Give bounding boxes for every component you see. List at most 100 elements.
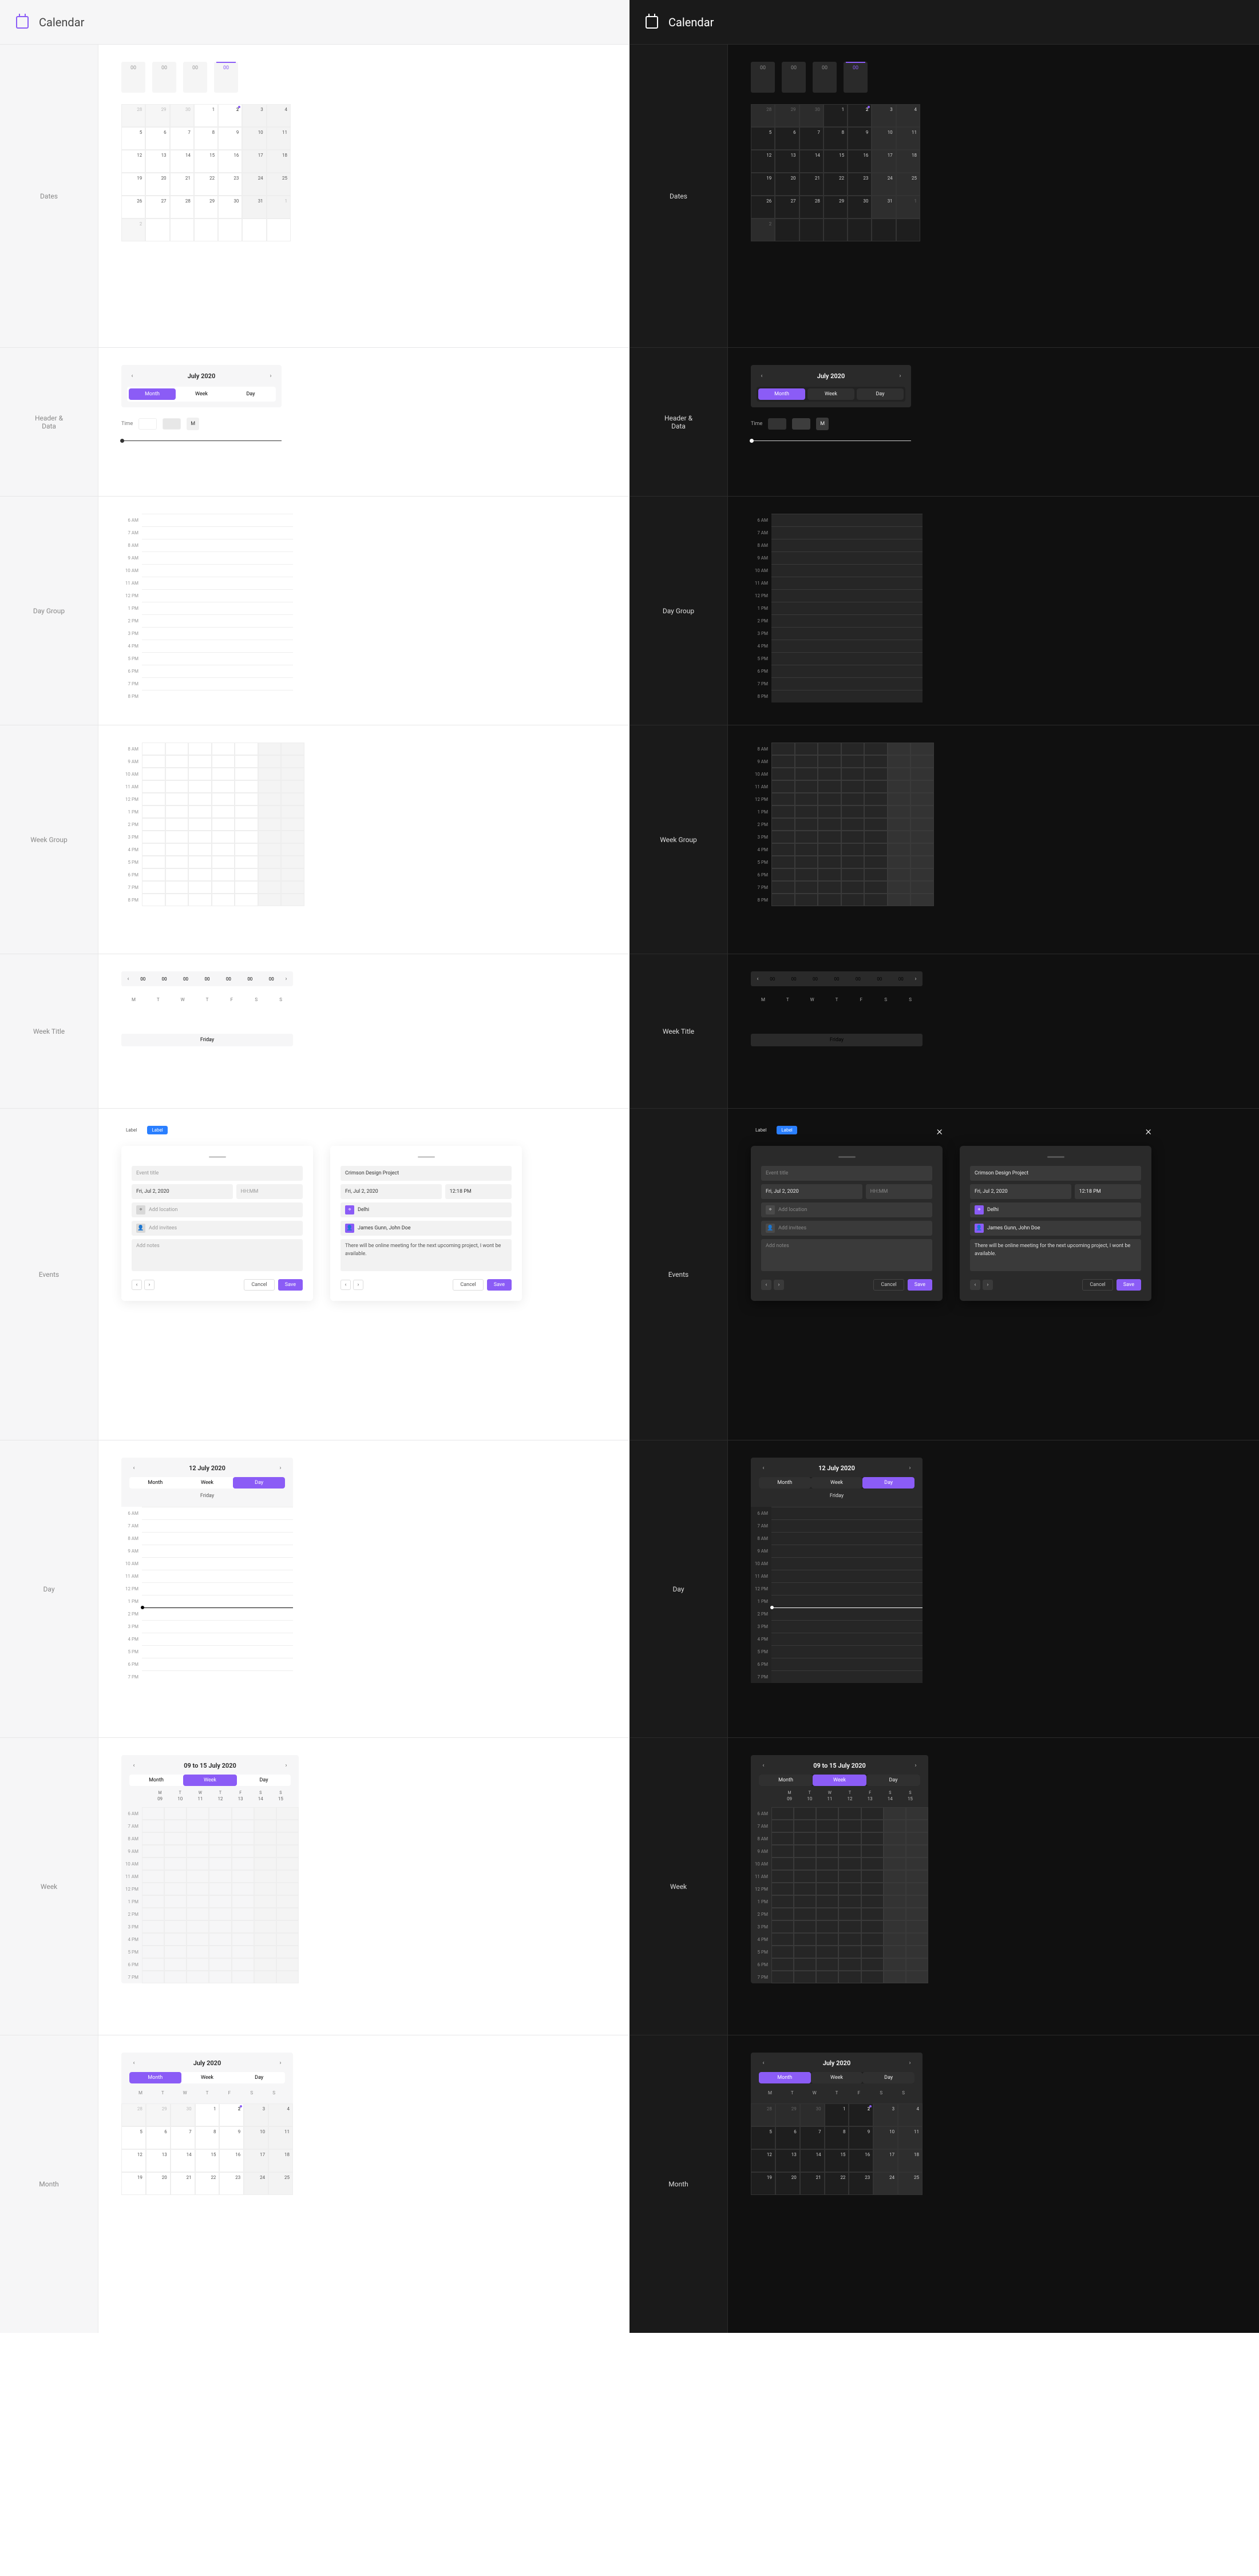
week-cell[interactable] xyxy=(258,868,282,881)
tab-week[interactable]: Week xyxy=(811,2072,863,2083)
date-cell[interactable]: 20 xyxy=(775,2172,800,2195)
week-cell[interactable] xyxy=(164,1807,187,1820)
event-location-input[interactable]: ⌖Add location xyxy=(132,1202,303,1217)
date-cell[interactable]: 10 xyxy=(242,127,266,150)
week-cell[interactable] xyxy=(864,818,888,831)
hour-row[interactable]: 6 PM xyxy=(121,1658,293,1670)
date-cell[interactable]: 2 xyxy=(218,104,242,127)
date-cell[interactable]: 27 xyxy=(145,196,169,219)
hour-row[interactable]: 6 PM xyxy=(751,665,923,677)
week-cell[interactable] xyxy=(906,1870,928,1883)
week-cell[interactable] xyxy=(771,1908,794,1920)
week-cell[interactable] xyxy=(258,793,282,805)
date-cell[interactable]: 17 xyxy=(872,150,896,173)
week-cell[interactable] xyxy=(910,768,934,780)
week-cell[interactable] xyxy=(276,1895,299,1908)
pager-next[interactable]: › xyxy=(983,1280,993,1290)
hour-row[interactable]: 2 PM xyxy=(121,614,293,627)
week-cell[interactable] xyxy=(232,1807,254,1820)
hour-row[interactable]: 3 PM xyxy=(121,1620,293,1633)
week-cell[interactable] xyxy=(212,805,235,818)
week-cell[interactable] xyxy=(165,805,189,818)
date-cell[interactable]: 12 xyxy=(121,2149,146,2172)
date-cell-active[interactable]: 00 xyxy=(844,62,868,93)
hour-row[interactable]: 11 AM xyxy=(751,577,923,589)
week-cell[interactable] xyxy=(888,843,911,856)
tab-day[interactable]: Day xyxy=(862,1477,914,1489)
hour-row[interactable]: 8 AM xyxy=(751,539,923,551)
hour-row[interactable]: 7 AM xyxy=(751,1519,923,1532)
week-cell[interactable] xyxy=(838,1845,861,1857)
week-cell[interactable] xyxy=(164,1832,187,1845)
week-cell[interactable] xyxy=(816,1820,838,1832)
week-cell[interactable] xyxy=(818,843,841,856)
week-cell[interactable] xyxy=(906,1971,928,1983)
week-cell[interactable] xyxy=(771,1883,794,1895)
event-notes-input[interactable]: Add notes xyxy=(761,1239,932,1271)
week-cell[interactable] xyxy=(235,881,258,894)
week-cell[interactable] xyxy=(165,793,189,805)
next-arrow[interactable]: › xyxy=(276,2058,285,2067)
tab-day[interactable]: Day xyxy=(862,2072,914,2083)
week-cell[interactable] xyxy=(212,881,235,894)
week-cell[interactable] xyxy=(906,1946,928,1958)
date-cell[interactable]: 22 xyxy=(825,2172,849,2195)
week-cell[interactable] xyxy=(771,768,795,780)
date-cell[interactable]: 9 xyxy=(219,2126,244,2149)
next-arrow[interactable]: › xyxy=(905,1463,914,1472)
week-cell[interactable] xyxy=(209,1857,231,1870)
week-cell[interactable] xyxy=(232,1971,254,1983)
tab-week[interactable]: Week xyxy=(183,1775,237,1786)
date-cell[interactable]: 3 xyxy=(244,2103,268,2126)
week-cell[interactable] xyxy=(864,780,888,793)
date-cell[interactable]: 13 xyxy=(775,2149,800,2172)
event-title-input[interactable]: Crimson Design Project xyxy=(341,1166,512,1181)
week-cell[interactable] xyxy=(906,1883,928,1895)
date-cell[interactable]: 4 xyxy=(898,2103,923,2126)
hour-row[interactable]: 7 PM xyxy=(121,1670,293,1683)
time-input-hh[interactable] xyxy=(768,418,786,430)
tab-month[interactable]: Month xyxy=(758,388,805,400)
week-cell[interactable] xyxy=(235,894,258,906)
date-cell[interactable]: 31 xyxy=(242,196,266,219)
week-cell[interactable] xyxy=(142,780,165,793)
hour-row[interactable]: 3 PM xyxy=(121,627,293,640)
week-cell[interactable] xyxy=(212,755,235,768)
week-cell[interactable] xyxy=(209,1820,231,1832)
pager-next[interactable]: › xyxy=(144,1280,155,1290)
week-cell[interactable] xyxy=(838,1946,861,1958)
date-cell[interactable]: 1 xyxy=(194,104,218,127)
week-cell[interactable] xyxy=(861,1820,884,1832)
week-cell[interactable] xyxy=(142,843,165,856)
week-cell[interactable] xyxy=(188,768,212,780)
date-cell[interactable]: 9 xyxy=(849,2126,873,2149)
week-cell[interactable] xyxy=(818,831,841,843)
week-cell[interactable] xyxy=(232,1946,254,1958)
week-cell[interactable] xyxy=(771,793,795,805)
week-cell[interactable] xyxy=(235,868,258,881)
hour-row[interactable]: 4 PM xyxy=(751,1633,923,1645)
week-cell[interactable] xyxy=(841,743,865,755)
week-cell[interactable] xyxy=(771,1807,794,1820)
week-cell[interactable] xyxy=(142,1895,164,1908)
cancel-button[interactable]: Cancel xyxy=(453,1279,483,1291)
week-cell[interactable] xyxy=(795,743,818,755)
week-cell[interactable] xyxy=(281,868,304,881)
week-cell[interactable] xyxy=(164,1845,187,1857)
week-cell[interactable] xyxy=(818,856,841,868)
hour-row[interactable]: 1 PM xyxy=(121,602,293,614)
close-icon[interactable]: × xyxy=(1146,1124,1151,1138)
week-cell[interactable] xyxy=(281,793,304,805)
week-cell[interactable] xyxy=(209,1946,231,1958)
week-cell[interactable] xyxy=(795,831,818,843)
date-cell[interactable]: 1 xyxy=(195,2103,220,2126)
event-notes-input[interactable]: There will be online meeting for the nex… xyxy=(970,1239,1141,1271)
date-cell[interactable]: 24 xyxy=(872,173,896,196)
week-cell[interactable] xyxy=(795,894,818,906)
ampm-toggle[interactable]: M xyxy=(187,418,199,430)
hour-row[interactable]: 1 PM xyxy=(121,1595,293,1607)
date-cell[interactable]: 00 xyxy=(152,62,176,93)
week-cell[interactable] xyxy=(276,1832,299,1845)
week-cell[interactable] xyxy=(188,743,212,755)
tab-month[interactable]: Month xyxy=(129,1477,181,1489)
